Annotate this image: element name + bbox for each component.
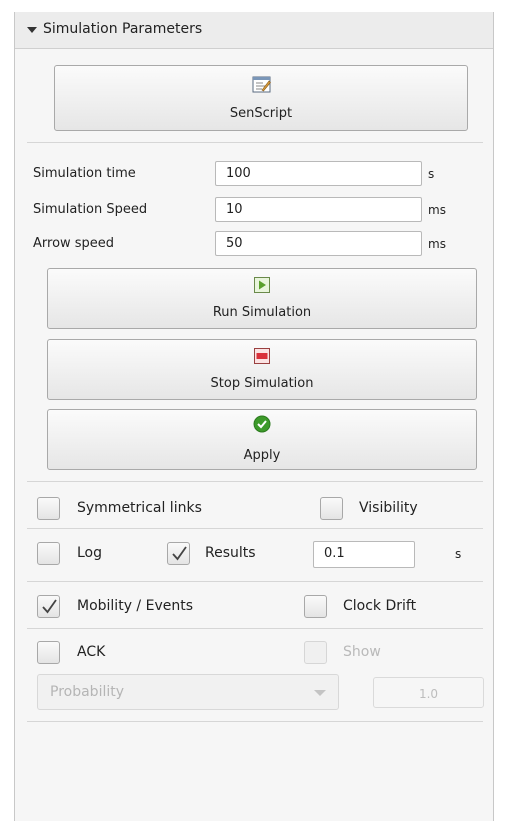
- apply-label: Apply: [243, 448, 281, 463]
- chevron-down-icon: [314, 690, 326, 696]
- run-simulation-label: Run Simulation: [212, 305, 312, 320]
- simulation-time-input[interactable]: 100: [215, 161, 422, 186]
- results-checkbox[interactable]: [167, 542, 190, 565]
- collapse-triangle-icon[interactable]: [27, 27, 37, 33]
- mobility-events-label: Mobility / Events: [77, 598, 193, 614]
- ack-mode-value: Probability: [50, 684, 125, 700]
- stop-simulation-label: Stop Simulation: [210, 376, 314, 391]
- checkmark-circle-icon: [253, 415, 271, 433]
- simulation-time-label: Simulation time: [33, 166, 136, 181]
- mobility-events-checkbox[interactable]: [37, 595, 60, 618]
- script-editor-icon: [252, 76, 271, 93]
- divider: [27, 528, 483, 529]
- divider: [27, 628, 483, 629]
- senscript-label: SenScript: [229, 106, 293, 121]
- play-icon: [254, 277, 270, 293]
- divider: [27, 721, 483, 722]
- senscript-button[interactable]: SenScript: [54, 65, 468, 131]
- visibility-label: Visibility: [359, 500, 418, 516]
- divider: [27, 481, 483, 482]
- panel-title: Simulation Parameters: [43, 21, 203, 37]
- panel-header[interactable]: Simulation Parameters: [15, 12, 493, 49]
- results-interval-input[interactable]: 0.1: [313, 541, 415, 568]
- checkmark-icon: [172, 546, 187, 561]
- results-interval-unit: s: [455, 547, 462, 561]
- symmetrical-links-checkbox[interactable]: [37, 497, 60, 520]
- stop-simulation-button[interactable]: Stop Simulation: [47, 339, 477, 400]
- ack-checkbox[interactable]: [37, 641, 60, 664]
- clock-drift-checkbox[interactable]: [304, 595, 327, 618]
- ack-probability-input[interactable]: 1.0: [373, 677, 484, 708]
- run-simulation-button[interactable]: Run Simulation: [47, 268, 477, 329]
- checkmark-icon: [42, 599, 57, 614]
- visibility-checkbox[interactable]: [320, 497, 343, 520]
- apply-button[interactable]: Apply: [47, 409, 477, 470]
- divider: [27, 142, 483, 143]
- divider: [27, 581, 483, 582]
- log-checkbox[interactable]: [37, 542, 60, 565]
- arrow-speed-label: Arrow speed: [33, 236, 115, 251]
- simulation-time-unit: s: [428, 167, 435, 181]
- arrow-speed-unit: ms: [428, 237, 446, 251]
- show-label: Show: [343, 644, 381, 660]
- clock-drift-label: Clock Drift: [343, 598, 417, 614]
- arrow-speed-input[interactable]: 50: [215, 231, 422, 256]
- ack-mode-select[interactable]: Probability: [37, 674, 339, 710]
- simulation-speed-label: Simulation Speed: [33, 202, 148, 217]
- results-label: Results: [205, 545, 256, 561]
- ack-label: ACK: [77, 644, 106, 660]
- log-label: Log: [77, 545, 103, 561]
- simulation-parameters-panel: Simulation Parameters SenScript Simulati…: [14, 12, 494, 821]
- stop-icon: [254, 348, 270, 364]
- simulation-speed-input[interactable]: 10: [215, 197, 422, 222]
- symmetrical-links-label: Symmetrical links: [77, 500, 202, 516]
- simulation-speed-unit: ms: [428, 203, 446, 217]
- show-checkbox[interactable]: [304, 641, 327, 664]
